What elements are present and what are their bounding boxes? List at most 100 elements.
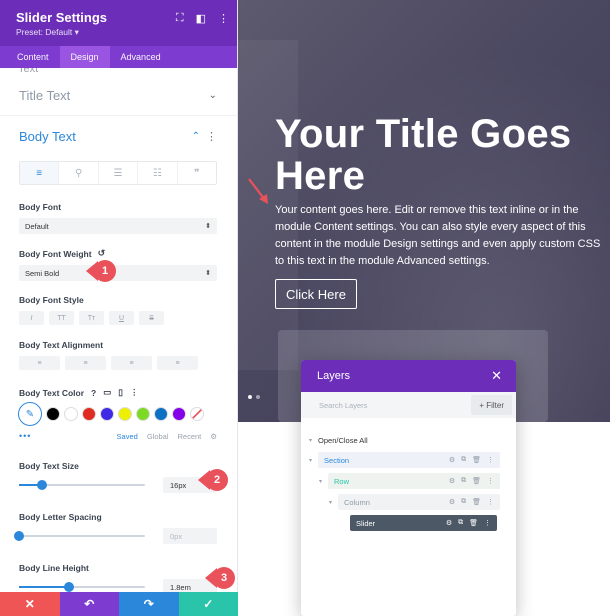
align-left-icon[interactable]: ≡: [19, 356, 60, 370]
swatch-yellow[interactable]: [118, 407, 132, 421]
tab-design[interactable]: Design: [59, 46, 110, 68]
gear-icon[interactable]: ⚙: [446, 519, 452, 527]
swatch-green[interactable]: [136, 407, 150, 421]
chevron-up-icon[interactable]: ⌃: [192, 131, 200, 142]
slider-handle[interactable]: [14, 531, 24, 541]
trash-icon[interactable]: 🗑: [472, 477, 481, 485]
strikethrough-button[interactable]: S: [139, 311, 164, 325]
group-options-icon[interactable]: ⋮: [206, 130, 217, 143]
ordered-list-icon[interactable]: ☷: [138, 162, 178, 184]
open-close-all-label: Open/Close All: [318, 435, 368, 445]
more-icon[interactable]: ⋮: [487, 498, 494, 506]
layer-row[interactable]: ▾ Row ⚙ ⧉ 🗑 ⋮: [319, 473, 501, 489]
palette-tab-saved[interactable]: Saved: [117, 432, 138, 441]
slide-body-text[interactable]: Your content goes here. Edit or remove t…: [275, 202, 607, 270]
body-font-select[interactable]: Default ⬍: [19, 218, 217, 234]
body-font-weight-select[interactable]: Semi Bold ⬍: [19, 265, 217, 281]
trash-icon[interactable]: 🗑: [472, 498, 481, 506]
mobile-icon[interactable]: ▯: [118, 387, 123, 398]
layer-label: Row: [334, 476, 350, 486]
align-right-icon[interactable]: ≡: [111, 356, 152, 370]
group-title-text[interactable]: Title Text ⌄: [0, 76, 237, 116]
duplicate-icon[interactable]: ⧉: [461, 477, 466, 485]
swatch-none[interactable]: [190, 407, 204, 421]
more-options-icon[interactable]: ⋮: [218, 12, 229, 25]
color-options-icon[interactable]: ⋮: [130, 387, 139, 398]
trash-icon[interactable]: 🗑: [469, 519, 478, 527]
eyedropper-icon[interactable]: ✎: [18, 402, 42, 426]
palette-tab-recent[interactable]: Recent: [178, 432, 202, 441]
preset-select[interactable]: Preset: Default ▾: [16, 27, 221, 38]
expand-icon[interactable]: ⛶: [176, 12, 184, 25]
layers-search-input[interactable]: Search Layers: [319, 401, 471, 410]
split-view-icon[interactable]: ◧: [196, 12, 206, 25]
more-icon[interactable]: ⋮: [484, 519, 491, 527]
discard-button[interactable]: ✕: [0, 592, 60, 616]
capitalize-button[interactable]: Tт: [79, 311, 104, 325]
redo-button[interactable]: ↷: [119, 592, 179, 616]
duplicate-icon[interactable]: ⧉: [461, 456, 466, 464]
group-body-text[interactable]: Body Text ⌃ ⋮: [0, 116, 237, 156]
swatch-red[interactable]: [82, 407, 96, 421]
link-icon[interactable]: ⚲: [59, 162, 99, 184]
palette-tab-global[interactable]: Global: [147, 432, 169, 441]
slider-dots[interactable]: [248, 395, 260, 399]
more-icon[interactable]: ⋮: [487, 477, 494, 485]
filter-button[interactable]: + Filter: [471, 395, 512, 415]
body-letter-spacing-input[interactable]: 0px: [163, 528, 217, 544]
uppercase-button[interactable]: TT: [49, 311, 74, 325]
align-center-icon[interactable]: ≡: [65, 356, 106, 370]
slide-title[interactable]: Your Title Goes Here: [275, 113, 610, 197]
collapsed-group-text[interactable]: Text: [0, 68, 237, 76]
body-text-size-slider[interactable]: [19, 480, 145, 490]
swatch-white[interactable]: [64, 407, 78, 421]
body-line-height-slider[interactable]: [19, 582, 145, 592]
tab-advanced[interactable]: Advanced: [110, 46, 172, 68]
swatch-black[interactable]: [46, 407, 60, 421]
layer-item[interactable]: Column ⚙ ⧉ 🗑 ⋮: [338, 494, 501, 510]
gear-icon[interactable]: ⚙: [449, 477, 455, 485]
more-colors-icon[interactable]: •••: [19, 431, 31, 441]
select-arrows-icon: ⬍: [205, 223, 211, 230]
swatch-dark-blue[interactable]: [154, 407, 168, 421]
tab-content[interactable]: Content: [6, 46, 60, 68]
layer-item[interactable]: Section ⚙ ⧉ 🗑 ⋮: [318, 452, 501, 468]
unordered-list-icon[interactable]: ☰: [99, 162, 139, 184]
slide-button[interactable]: Click Here: [275, 279, 357, 309]
gear-icon[interactable]: ⚙: [210, 432, 217, 441]
underline-button[interactable]: U: [109, 311, 134, 325]
body-letter-spacing-slider[interactable]: [14, 531, 145, 541]
undo-button[interactable]: ↶: [59, 592, 119, 616]
align-left-icon[interactable]: ≡: [20, 162, 60, 184]
trash-icon[interactable]: 🗑: [472, 456, 481, 464]
layer-column[interactable]: ▾ Column ⚙ ⧉ 🗑 ⋮: [329, 494, 501, 510]
quote-icon[interactable]: ❞: [178, 162, 216, 184]
swatch-blue[interactable]: [100, 407, 114, 421]
slider-handle[interactable]: [64, 582, 75, 592]
layer-item[interactable]: Slider ⚙ ⧉ 🗑 ⋮: [350, 515, 497, 531]
open-close-all-row[interactable]: ▾ Open/Close All: [309, 432, 368, 448]
slider-dot-active[interactable]: [248, 395, 252, 399]
align-justify-icon[interactable]: ≡: [157, 356, 198, 370]
slider-preview[interactable]: Your Title Goes Here Your content goes h…: [238, 0, 610, 422]
save-button[interactable]: ✓: [178, 592, 238, 616]
chevron-down-icon: ⌄: [208, 90, 217, 101]
layer-item[interactable]: Row ⚙ ⧉ 🗑 ⋮: [328, 473, 501, 489]
layer-section[interactable]: ▾ Section ⚙ ⧉ 🗑 ⋮: [309, 452, 501, 468]
layer-slider[interactable]: Slider ⚙ ⧉ 🗑 ⋮: [350, 515, 497, 531]
duplicate-icon[interactable]: ⧉: [461, 498, 466, 506]
more-icon[interactable]: ⋮: [487, 456, 494, 464]
desktop-icon[interactable]: ▭: [103, 387, 111, 398]
close-icon[interactable]: ✕: [491, 368, 502, 384]
gear-icon[interactable]: ⚙: [449, 456, 455, 464]
reset-icon[interactable]: ↺: [98, 248, 106, 259]
duplicate-icon[interactable]: ⧉: [458, 519, 463, 527]
slider-handle[interactable]: [36, 480, 47, 490]
swatch-purple[interactable]: [172, 407, 186, 421]
help-icon[interactable]: ?: [91, 388, 96, 398]
gear-icon[interactable]: ⚙: [449, 498, 455, 506]
slider-dot[interactable]: [256, 395, 260, 399]
callout-number: 1: [94, 260, 116, 282]
italic-button[interactable]: I: [19, 311, 44, 325]
panel-footer: ✕ ↶ ↷ ✓: [0, 592, 238, 616]
